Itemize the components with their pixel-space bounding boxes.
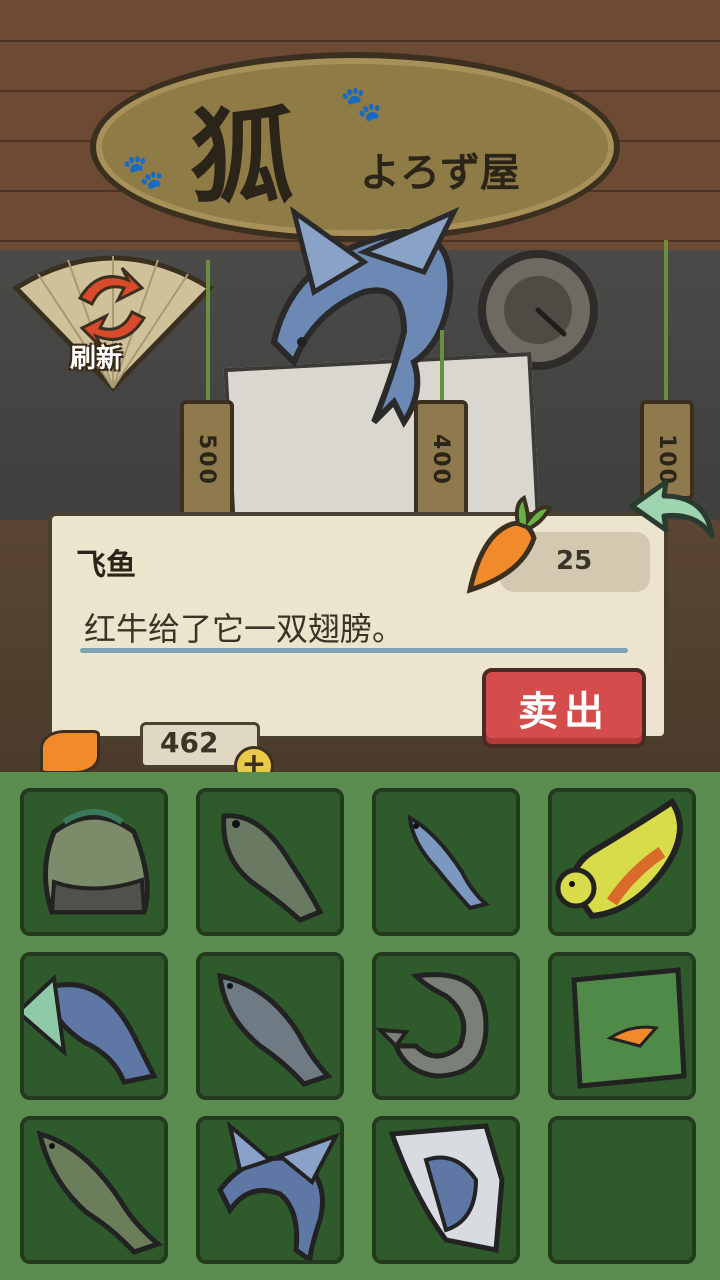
shop-sign-subtitle: よろず屋	[360, 149, 520, 196]
inventory-slot[interactable]	[20, 788, 168, 936]
sardine-icon	[407, 814, 491, 911]
inventory-slot[interactable]	[20, 1116, 168, 1264]
largemouth-bass-icon	[36, 1130, 164, 1255]
price-tag: 500	[180, 400, 234, 530]
inventory-slot[interactable]	[196, 788, 344, 936]
price-tag-value: 400	[428, 434, 453, 486]
flying-fish-icon	[217, 1120, 340, 1260]
inventory-slot[interactable]	[20, 952, 168, 1100]
bass-fish-icon	[221, 813, 324, 923]
refresh-button[interactable]	[8, 248, 218, 398]
inventory-slot[interactable]	[372, 1116, 520, 1264]
carrot-icon	[462, 494, 554, 602]
paw-print-icon: 🐾	[122, 152, 165, 192]
tuna-icon	[24, 973, 158, 1085]
salmon-icon	[217, 972, 333, 1087]
wall-clock	[478, 250, 598, 370]
sell-button[interactable]: 卖出	[482, 668, 646, 748]
tag-string	[664, 240, 668, 400]
angelfish-icon	[388, 1123, 505, 1253]
inventory-slot[interactable]	[196, 952, 344, 1100]
price-tag: 400	[414, 400, 468, 530]
back-button[interactable]	[626, 476, 718, 546]
fan-refresh-icon	[12, 255, 214, 392]
inventory-slot[interactable]	[548, 788, 696, 936]
duck-float-ring-icon	[555, 797, 683, 920]
inventory-slot[interactable]	[372, 952, 520, 1100]
lord-of-the-carrots-book-icon	[571, 967, 687, 1089]
bag-icon	[43, 809, 150, 915]
inventory-slot[interactable]	[548, 952, 696, 1100]
item-price-value: 25	[556, 546, 593, 576]
paw-print-icon: 🐾	[340, 84, 383, 124]
carrot-total: 462	[160, 726, 219, 759]
roof-line	[0, 40, 720, 42]
price-tag-value: 500	[194, 434, 219, 486]
description-underline	[80, 648, 628, 653]
item-description: 红牛给了它一双翅膀。	[84, 610, 405, 648]
item-name: 飞鱼	[76, 548, 136, 583]
back-arrow-icon	[629, 479, 715, 539]
tag-string	[206, 260, 210, 410]
inventory-slot[interactable]	[372, 788, 520, 936]
sturgeon-icon	[376, 972, 489, 1079]
refresh-label: 刷新	[70, 344, 123, 374]
inventory-slot[interactable]	[196, 1116, 344, 1264]
carrot-icon	[40, 730, 100, 774]
tag-string	[440, 330, 444, 410]
inventory-slot-empty[interactable]	[548, 1116, 696, 1264]
